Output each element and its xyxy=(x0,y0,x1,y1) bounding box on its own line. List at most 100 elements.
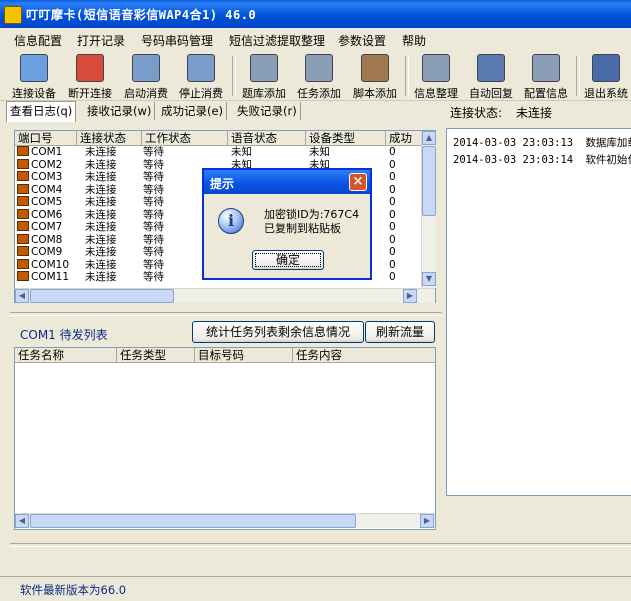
disconnect-button[interactable]: 断开连接 xyxy=(62,52,118,100)
port-table-header: 端口号 连接状态 工作状态 语音状态 设备类型 成功 xyxy=(15,131,421,146)
tab-view-log[interactable]: 查看日志(q) xyxy=(6,101,77,122)
menu-info-config[interactable]: 信息配置 xyxy=(14,32,62,49)
toolbar-label: 配置信息 xyxy=(524,87,568,100)
menu-number-manage[interactable]: 号码串码管理 xyxy=(141,32,213,49)
col-task-type[interactable]: 任务类型 xyxy=(117,348,195,362)
scroll-left-button[interactable]: ◀ xyxy=(15,289,29,303)
disconnect-icon xyxy=(76,54,104,82)
table-cell: 0 xyxy=(389,171,396,183)
menu-open-record[interactable]: 打开记录 xyxy=(77,32,125,49)
splitter[interactable] xyxy=(10,312,442,316)
table-cell: 未连接 xyxy=(85,183,117,196)
log-panel: 2014-03-03 23:03:13 数据库加载 2014-03-03 23:… xyxy=(446,128,631,496)
menu-sms-filter[interactable]: 短信过滤提取整理 xyxy=(229,32,325,49)
table-cell: 未连接 xyxy=(85,208,117,221)
port-icon xyxy=(17,221,29,231)
dialog-title: 提示 xyxy=(210,177,235,191)
refresh-traffic-button[interactable]: 刷新流量 xyxy=(365,321,435,343)
col-port[interactable]: 端口号 xyxy=(15,131,77,145)
table-cell: 等待 xyxy=(143,171,164,183)
question-bank-add-button[interactable]: 题库添加 xyxy=(236,52,292,100)
pending-table-hscroll[interactable]: ◀ ▶ xyxy=(15,513,435,528)
tab-receive-record[interactable]: 接收记录(w) xyxy=(84,102,156,120)
scroll-left-button[interactable]: ◀ xyxy=(15,514,29,528)
col-connection[interactable]: 连接状态 xyxy=(77,131,142,145)
scroll-down-button[interactable]: ▼ xyxy=(422,272,436,286)
scroll-right-button[interactable]: ▶ xyxy=(403,289,417,303)
port-name: COM11 xyxy=(31,271,70,283)
table-cell: COM6 xyxy=(17,208,62,222)
table-cell: 等待 xyxy=(143,246,164,258)
close-icon[interactable]: × xyxy=(349,173,367,191)
tab-success-record[interactable]: 成功记录(e) xyxy=(158,102,228,120)
exit-system-button[interactable]: 退出系统 xyxy=(580,52,631,98)
app-icon xyxy=(4,6,22,24)
port-name: COM2 xyxy=(31,158,63,171)
frame-divider xyxy=(10,543,631,547)
table-cell: 等待 xyxy=(143,158,164,171)
start-consume-icon xyxy=(132,54,160,82)
table-cell: 未连接 xyxy=(85,246,117,258)
toolbar-label: 连接设备 xyxy=(12,87,56,100)
script-add-button[interactable]: 脚本添加 xyxy=(347,52,403,100)
scroll-right-button[interactable]: ▶ xyxy=(420,514,434,528)
port-icon xyxy=(17,233,29,244)
tab-fail-record[interactable]: 失败记录(r) xyxy=(234,102,301,120)
start-consume-button[interactable]: 启动消费 xyxy=(118,52,174,100)
table-cell: 0 xyxy=(389,208,396,221)
auto-reply-icon xyxy=(477,54,505,82)
connect-device-button[interactable]: 连接设备 xyxy=(6,52,62,100)
table-cell: COM1 xyxy=(17,146,62,159)
table-cell: 未连接 xyxy=(85,221,117,233)
log-time: 2014-03-03 23:03:14 xyxy=(453,154,574,166)
table-cell: 等待 xyxy=(143,146,164,158)
toolbar: 连接设备 断开连接 启动消费 停止消费 题库添加 任务添加 脚本添加 信息整理 … xyxy=(0,50,631,101)
port-name: COM10 xyxy=(31,258,70,271)
table-cell: 0 xyxy=(389,158,396,171)
toolbar-label: 退出系统 xyxy=(584,87,628,98)
table-cell: COM10 xyxy=(17,258,70,272)
table-cell: COM3 xyxy=(17,171,62,184)
table-cell: 等待 xyxy=(143,233,164,246)
config-info-button[interactable]: 配置信息 xyxy=(518,52,574,100)
scroll-thumb[interactable] xyxy=(422,146,436,216)
col-voice-status[interactable]: 语音状态 xyxy=(228,131,306,145)
table-cell: 0 xyxy=(389,196,396,208)
port-icon xyxy=(17,258,29,269)
col-work-status[interactable]: 工作状态 xyxy=(142,131,228,145)
connect-device-icon xyxy=(20,54,48,82)
port-icon xyxy=(17,196,29,206)
log-time: 2014-03-03 23:03:13 xyxy=(453,137,574,149)
port-name: COM8 xyxy=(31,233,63,246)
table-cell: 0 xyxy=(389,271,396,283)
col-target-number[interactable]: 目标号码 xyxy=(195,348,293,362)
log-text: 软件初始化 xyxy=(585,154,631,166)
dialog-message-line: 已复制到粘贴板 xyxy=(264,222,341,235)
port-table-vscroll[interactable]: ▲ ▼ xyxy=(421,131,436,288)
port-name: COM4 xyxy=(31,183,63,196)
col-task-content[interactable]: 任务内容 xyxy=(293,348,435,362)
scroll-up-button[interactable]: ▲ xyxy=(422,131,436,145)
col-device-type[interactable]: 设备类型 xyxy=(306,131,386,145)
dialog-title-bar[interactable]: 提示 × xyxy=(204,170,370,194)
task-add-icon xyxy=(305,54,333,82)
auto-reply-button[interactable]: 自动回复 xyxy=(463,52,519,100)
info-organize-button[interactable]: 信息整理 xyxy=(408,52,464,100)
scroll-thumb[interactable] xyxy=(30,289,174,303)
col-success[interactable]: 成功 xyxy=(386,131,421,145)
col-task-name[interactable]: 任务名称 xyxy=(15,348,117,362)
exit-system-icon xyxy=(591,54,620,82)
table-cell: 未连接 xyxy=(85,158,117,171)
port-table-hscroll[interactable]: ◀ ▶ xyxy=(15,288,435,303)
table-row[interactable]: COM1 未连接 等待 未知 未知 0 xyxy=(15,146,421,159)
task-add-button[interactable]: 任务添加 xyxy=(291,52,347,100)
scroll-thumb[interactable] xyxy=(30,514,356,528)
menu-help[interactable]: 帮助 xyxy=(402,32,426,49)
stats-task-button[interactable]: 统计任务列表剩余信息情况 xyxy=(192,321,364,343)
menu-param-settings[interactable]: 参数设置 xyxy=(338,32,386,49)
stop-consume-button[interactable]: 停止消费 xyxy=(173,52,229,100)
port-icon xyxy=(17,146,29,156)
title-bar: 叮叮摩卡(短信语音彩信WAP4合1) 46.0 xyxy=(0,0,631,28)
ok-button[interactable]: 确定 xyxy=(252,250,324,270)
table-cell: 0 xyxy=(389,146,396,158)
